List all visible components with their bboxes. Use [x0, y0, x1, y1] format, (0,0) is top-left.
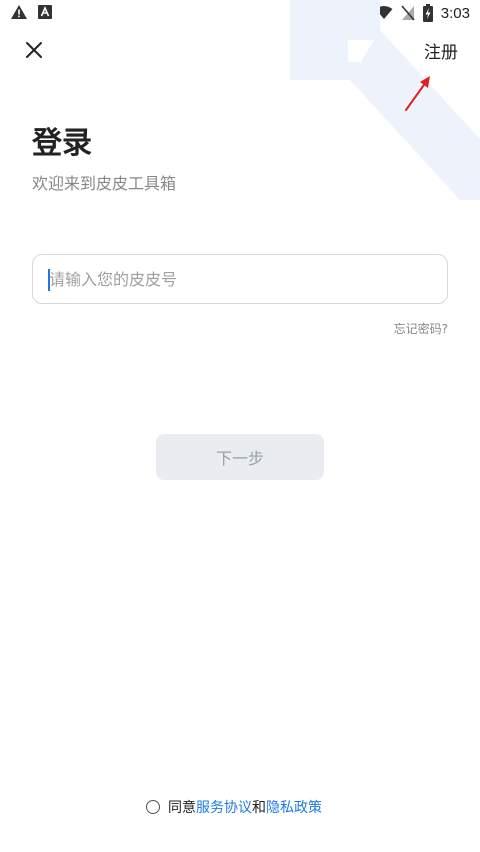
- annotation-arrow-icon: [405, 76, 430, 111]
- agree-conjunction: 和: [252, 800, 266, 816]
- agree-radio[interactable]: [146, 800, 160, 814]
- close-icon[interactable]: [20, 36, 48, 64]
- status-bar: 3:03: [0, 0, 480, 28]
- status-time: 3:03: [440, 4, 470, 22]
- account-input-container[interactable]: [32, 254, 448, 304]
- warning-icon: [11, 5, 27, 19]
- service-agreement-link[interactable]: 服务协议: [196, 800, 252, 816]
- register-link[interactable]: 注册: [424, 38, 458, 63]
- wifi-icon: [375, 6, 393, 19]
- account-input[interactable]: [33, 255, 447, 303]
- page-title: 登录: [32, 126, 92, 161]
- agreement-row: 同意服务协议和隐私政策: [146, 797, 322, 817]
- forgot-password-link[interactable]: 忘记密码?: [394, 320, 448, 337]
- page-subtitle: 欢迎来到皮皮工具箱: [32, 174, 177, 193]
- next-step-button[interactable]: 下一步: [156, 434, 324, 480]
- privacy-policy-link[interactable]: 隐私政策: [266, 800, 322, 816]
- text-caret: [48, 269, 50, 291]
- no-sim-icon: [401, 5, 415, 21]
- battery-charging-icon: [422, 4, 433, 22]
- wrench-watermark-icon: [290, 0, 480, 200]
- a-text-icon: [38, 5, 52, 19]
- agree-prefix: 同意: [168, 800, 196, 816]
